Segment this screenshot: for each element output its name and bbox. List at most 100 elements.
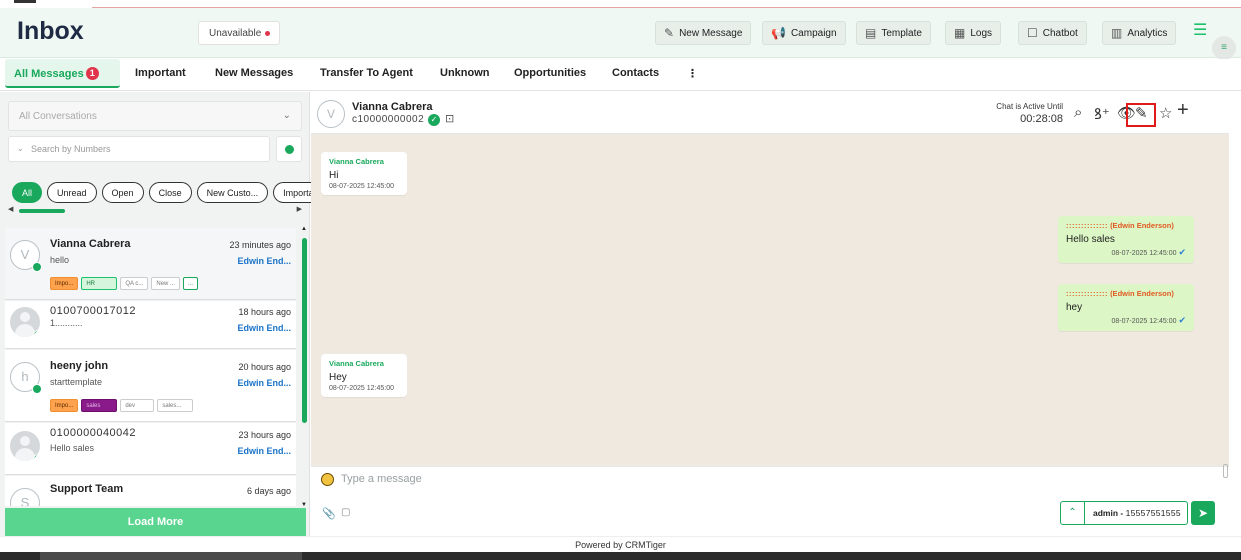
read-receipt-icon: ✔ [1178, 247, 1186, 257]
tab-important[interactable]: Important [135, 59, 186, 88]
scroll-thumb[interactable] [19, 209, 65, 213]
tab-opportunities[interactable]: Opportunities [514, 59, 586, 88]
chat-contact-number: c10000000002 [352, 114, 425, 125]
sidebar-toggle-icon[interactable]: ≡ [1212, 36, 1236, 60]
message-bubble-outgoing: :::::::::::::: (Edwin Enderson) Hello sa… [1058, 216, 1194, 263]
scroll-up-icon[interactable]: ▲ [301, 226, 307, 232]
campaign-button[interactable]: 📢 Campaign [762, 21, 846, 45]
logs-button[interactable]: ▦ Logs [945, 21, 1002, 45]
list-item[interactable]: V Vianna Cabrera hello 23 minutes ago Ed… [5, 228, 296, 300]
chip-all[interactable]: All [12, 182, 43, 203]
contact-number: 0100700017012 [50, 305, 137, 317]
message-sender: Vianna Cabrera [329, 359, 384, 368]
contact-card-icon[interactable]: ⊡ [445, 112, 454, 125]
list-item[interactable]: h heeny john starttemplate 20 hours ago … [5, 350, 296, 422]
tag[interactable]: sales [81, 399, 118, 412]
list-item[interactable]: S Support Team 6 days ago [5, 476, 296, 506]
page-title: Inbox [17, 17, 84, 45]
hamburger-menu-icon[interactable]: ☰ [1193, 20, 1207, 40]
chip-open[interactable]: Open [101, 182, 144, 203]
compose-icon: ✎ [664, 26, 675, 40]
chip-new-customer[interactable]: New Custo... [196, 182, 269, 203]
app-header: Inbox Unavailable ✎ New Message 📢 Campai… [0, 8, 1241, 60]
message-time: 23 minutes ago [229, 240, 291, 250]
tag[interactable]: Impo... [50, 399, 79, 412]
message-text: Hey [329, 372, 347, 383]
composer-scrollbar[interactable] [1223, 464, 1228, 478]
template-button[interactable]: ▤ Template [856, 21, 931, 45]
tag[interactable]: Impo... [50, 277, 79, 290]
tag[interactable]: dev [120, 399, 155, 412]
chatbot-button[interactable]: ☐ Chatbot [1018, 21, 1087, 45]
conversation-filter-select[interactable]: All Conversations ⌄ [8, 101, 302, 131]
message-composer: Type a message 📎 ▢ ⌃ admin - 15557551555… [311, 466, 1229, 536]
chevron-down-icon: ⌄ [17, 144, 24, 153]
star-icon[interactable]: ☆ [1159, 104, 1172, 122]
conversation-scrollbar[interactable]: ▲ ▼ [301, 226, 307, 508]
whatsapp-icon [32, 262, 42, 272]
tab-contacts[interactable]: Contacts [612, 59, 659, 88]
analytics-button[interactable]: ▥ Analytics [1102, 21, 1177, 45]
message-text: Hi [329, 170, 339, 181]
add-user-icon[interactable]: ꝸ⁺ [1094, 104, 1110, 124]
list-item[interactable]: 0100000040042 Hello sales 23 hours ago E… [5, 423, 296, 475]
assigned-agent: Edwin End... [237, 256, 292, 266]
search-input[interactable]: ⌄ Search by Numbers [8, 136, 270, 162]
verified-icon: ✓ [428, 114, 440, 126]
chat-contact-name: Vianna Cabrera [352, 101, 433, 113]
tag[interactable]: QA c... [120, 277, 149, 290]
tag[interactable]: New ... [151, 277, 181, 290]
unread-count-badge: 1 [85, 67, 99, 80]
avatar: V [10, 240, 42, 272]
analytics-label: Analytics [1127, 27, 1168, 39]
more-tags-button[interactable]: ... [183, 277, 199, 290]
scroll-thumb[interactable] [302, 238, 307, 423]
chip-unread[interactable]: Unread [47, 182, 97, 203]
message-sender: (Edwin Enderson) [1110, 221, 1174, 230]
contact-name: Support Team [50, 483, 124, 495]
message-text: Hello sales [1066, 234, 1115, 245]
tab-transfer-to-agent[interactable]: Transfer To Agent [320, 59, 413, 88]
chips-scrollbar[interactable]: ◀ ▶ [8, 205, 302, 214]
chip-close[interactable]: Close [148, 182, 192, 203]
tab-new-messages[interactable]: New Messages [215, 59, 293, 88]
tab-unknown[interactable]: Unknown [440, 59, 490, 88]
conversation-list: V Vianna Cabrera hello 23 minutes ago Ed… [5, 228, 296, 506]
whatsapp-icon [33, 330, 40, 337]
message-time: 08-07-2025 12:45:00 [329, 183, 394, 190]
template-icon[interactable]: ▢ [341, 507, 350, 518]
search-icon[interactable]: ⌕ [1074, 104, 1082, 121]
tag[interactable]: sales... [157, 399, 194, 412]
scroll-right-icon[interactable]: ▶ [297, 205, 302, 213]
template-icon: ▤ [865, 26, 877, 40]
attachment-icon[interactable]: 📎 [322, 507, 336, 520]
message-preview: starttemplate [50, 377, 103, 387]
campaign-label: Campaign [790, 27, 837, 39]
message-bubble-outgoing: :::::::::::::: (Edwin Enderson) hey 08-0… [1058, 284, 1194, 331]
new-message-button[interactable]: ✎ New Message [655, 21, 752, 45]
footer-credit: Powered by CRMTiger [0, 536, 1241, 552]
availability-status-label: Unavailable [209, 28, 262, 39]
avatar: V [317, 100, 345, 128]
tabs-more-icon[interactable]: ⋮ [687, 59, 698, 88]
bottom-bar [0, 552, 1241, 560]
list-item[interactable]: 0100700017012 1........... 18 hours ago … [5, 301, 296, 349]
send-button[interactable]: ➤ [1191, 501, 1215, 525]
filter-button[interactable] [276, 136, 302, 162]
sender-select[interactable]: ⌃ admin - 15557551555 [1060, 501, 1188, 525]
add-icon[interactable]: + [1177, 99, 1189, 122]
availability-status-dropdown[interactable]: Unavailable [198, 21, 280, 45]
search-placeholder: Search by Numbers [31, 144, 111, 154]
chevron-down-icon: ⌄ [282, 110, 291, 121]
load-more-button[interactable]: Load More [5, 508, 306, 536]
tab-all-messages[interactable]: All Messages 1 [5, 59, 120, 88]
emoji-icon[interactable] [321, 473, 334, 486]
message-input[interactable]: Type a message [341, 473, 422, 485]
avatar [10, 431, 40, 461]
message-preview: 1........... [50, 318, 83, 328]
status-dot-icon [265, 31, 270, 36]
scroll-left-icon[interactable]: ◀ [8, 205, 13, 213]
contact-name: Vianna Cabrera [50, 238, 131, 250]
avatar-initial: h [21, 369, 29, 384]
tag[interactable]: HR [81, 277, 118, 290]
